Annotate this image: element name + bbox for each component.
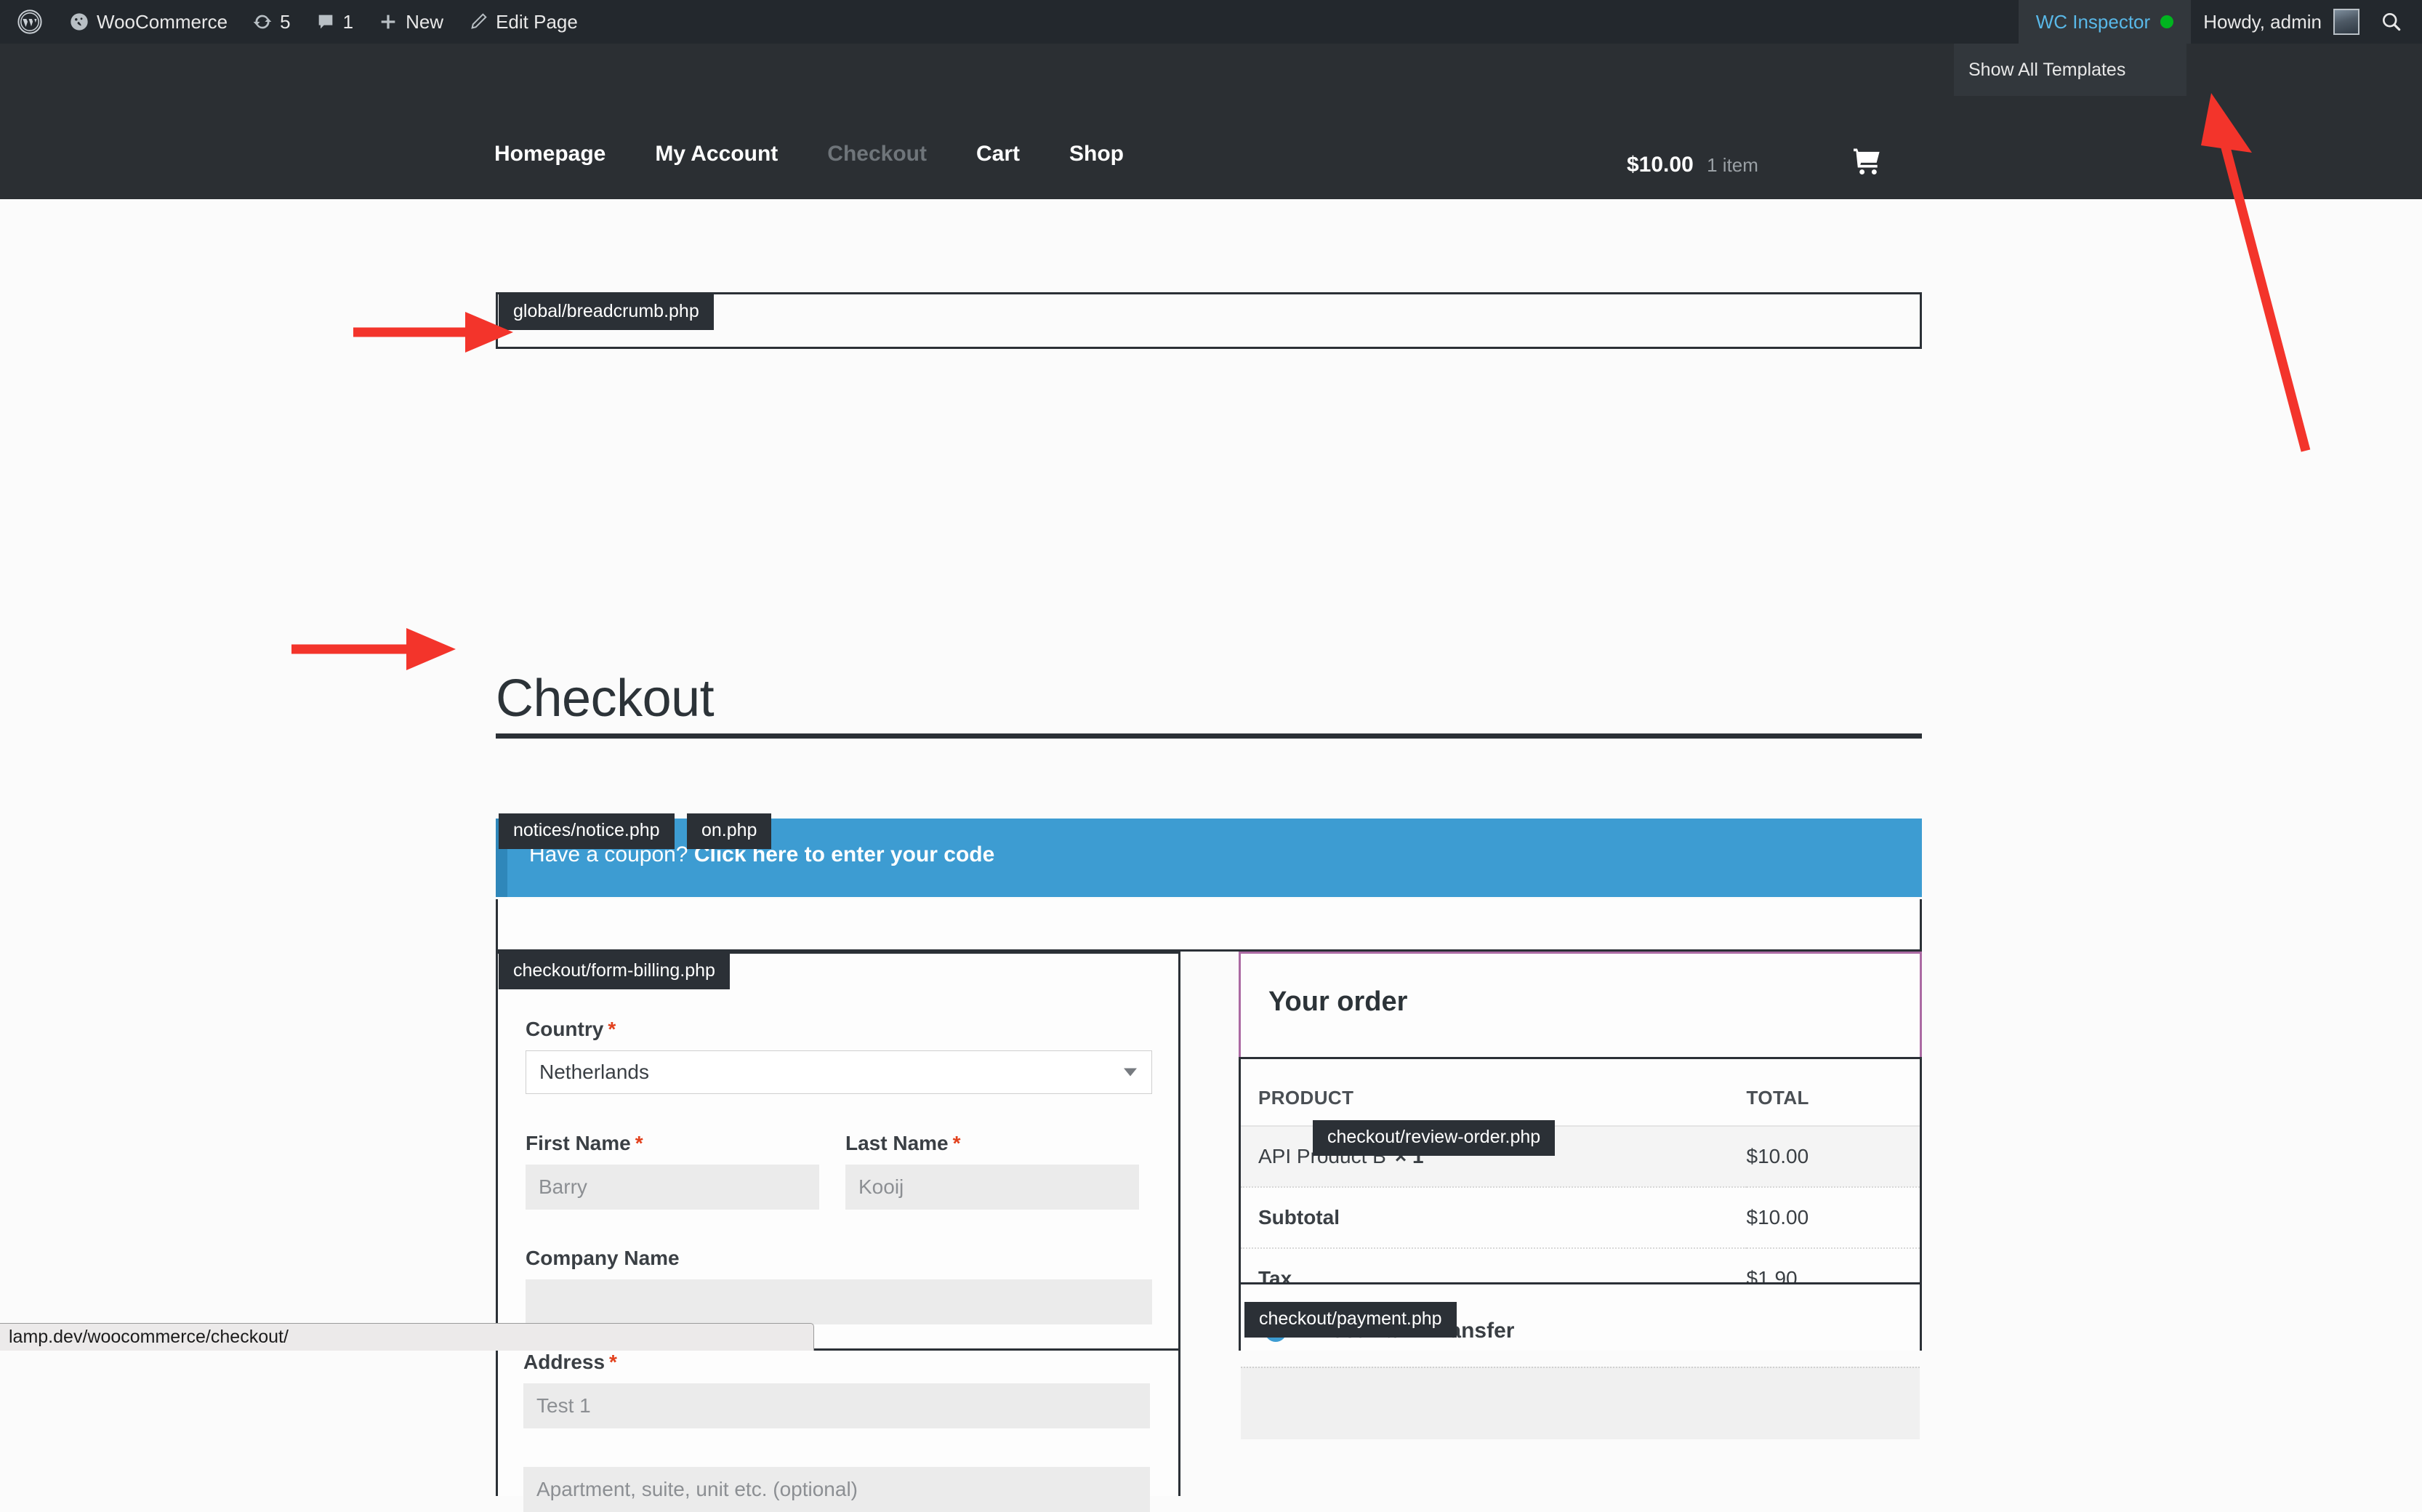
cell-subtotal-value: $10.00 xyxy=(1746,1187,1920,1249)
wp-admin-bar: WooCommerce 5 1 New Edit Page WC Inspect… xyxy=(0,0,2422,44)
admin-bar-item-new[interactable]: New xyxy=(366,0,456,44)
first-name-input[interactable]: Barry xyxy=(526,1165,819,1210)
admin-bar-item-wc-inspector[interactable]: WC Inspector xyxy=(2018,0,2192,44)
plus-icon xyxy=(378,12,398,32)
admin-bar-item-edit-page[interactable]: Edit Page xyxy=(456,0,590,44)
avatar xyxy=(2333,9,2359,35)
table-row: Subtotal $10.00 xyxy=(1241,1187,1920,1249)
admin-bar-label-comments-count: 1 xyxy=(342,11,354,33)
company-name-input[interactable] xyxy=(526,1279,1152,1324)
admin-bar-item-updates[interactable]: 5 xyxy=(240,0,302,44)
wordpress-logo-icon xyxy=(17,9,42,34)
field-label-first-name: First Name * xyxy=(526,1132,819,1155)
browser-status-bar: lamp.dev/woocommerce/checkout/ xyxy=(0,1323,814,1351)
field-label-first-name-text: First Name xyxy=(526,1132,631,1154)
template-label-notice-overlapped[interactable]: on.php xyxy=(687,813,772,849)
admin-bar-item-search[interactable] xyxy=(2370,0,2422,44)
site-navigation: Homepage My Account Checkout Cart Shop xyxy=(494,142,1148,166)
admin-bar-label-new: New xyxy=(406,11,444,33)
template-label-form-billing[interactable]: checkout/form-billing.php xyxy=(499,954,730,989)
required-marker: * xyxy=(952,1132,961,1154)
cart-total-amount: $10.00 xyxy=(1627,153,1694,177)
chevron-down-icon xyxy=(1124,1068,1137,1077)
nav-item-cart[interactable]: Cart xyxy=(952,142,1045,166)
template-label-review-order[interactable]: checkout/review-order.php xyxy=(1313,1120,1556,1156)
admin-bar-item-howdy[interactable]: Howdy, admin xyxy=(2191,0,2370,44)
wc-inspector-dropdown-menu[interactable]: Show All Templates xyxy=(1954,44,2186,96)
address-line1-input[interactable]: Test 1 xyxy=(523,1383,1150,1428)
field-last-name: Last Name * Kooij xyxy=(845,1132,1139,1210)
search-icon xyxy=(2380,10,2403,33)
page-title: Checkout xyxy=(496,669,715,728)
country-select-value: Netherlands xyxy=(539,1061,649,1083)
admin-bar-label-edit-page: Edit Page xyxy=(496,11,578,33)
field-company-name: Company Name xyxy=(526,1247,1152,1324)
field-label-last-name: Last Name * xyxy=(845,1132,1139,1155)
admin-bar-label-woocommerce: WooCommerce xyxy=(97,11,228,33)
required-marker: * xyxy=(609,1351,617,1373)
field-country: Country * Netherlands xyxy=(526,1018,1152,1094)
title-divider xyxy=(496,733,1922,739)
admin-bar-right-group: WC Inspector Howdy, admin xyxy=(2018,0,2422,44)
status-bar-url: lamp.dev/woocommerce/checkout/ xyxy=(9,1327,289,1347)
field-label-address: Address * xyxy=(523,1351,1150,1374)
admin-bar-item-comments[interactable]: 1 xyxy=(303,0,366,44)
admin-bar-label-updates-count: 5 xyxy=(280,11,291,33)
pencil-icon xyxy=(468,12,488,32)
nav-item-homepage[interactable]: Homepage xyxy=(494,142,630,166)
page-content: global/breadcrumb.php Checkout Have a co… xyxy=(0,199,2422,1512)
nav-item-shop[interactable]: Shop xyxy=(1045,142,1148,166)
nav-item-my-account[interactable]: My Account xyxy=(630,142,802,166)
field-label-company-name: Company Name xyxy=(526,1247,680,1269)
admin-bar-item-woocommerce[interactable]: WooCommerce xyxy=(57,0,240,44)
menu-item-show-all-templates[interactable]: Show All Templates xyxy=(1954,60,2125,81)
your-order-title: Your order xyxy=(1268,986,1408,1017)
last-name-input[interactable]: Kooij xyxy=(845,1165,1139,1210)
cell-subtotal-label: Subtotal xyxy=(1241,1187,1747,1249)
wordpress-logo-button[interactable] xyxy=(0,0,57,44)
cart-summary[interactable]: $10.00 1 item xyxy=(1627,153,1758,177)
required-marker: * xyxy=(608,1018,616,1040)
country-select[interactable]: Netherlands xyxy=(526,1050,1152,1094)
status-dot-icon xyxy=(2160,15,2174,28)
column-header-total: TOTAL xyxy=(1746,1059,1920,1127)
field-address: Address * Test 1 xyxy=(523,1351,1150,1428)
updates-icon xyxy=(252,12,273,32)
field-first-name: First Name * Barry xyxy=(526,1132,819,1210)
cell-product-total: $10.00 xyxy=(1746,1126,1920,1188)
howdy-label: Howdy, admin xyxy=(2203,11,2322,33)
field-label-country: Country * xyxy=(526,1018,1152,1041)
billing-form: Country * Netherlands First Name * Barry L… xyxy=(496,952,1180,1351)
required-marker: * xyxy=(635,1132,643,1154)
table-header-row: PRODUCT TOTAL xyxy=(1241,1059,1920,1127)
field-label-last-name-text: Last Name xyxy=(845,1132,949,1154)
template-label-payment[interactable]: checkout/payment.php xyxy=(1244,1302,1457,1338)
comment-bubble-icon xyxy=(315,12,336,32)
field-address-line2: Apartment, suite, unit etc. (optional) xyxy=(523,1467,1150,1512)
address-line2-input[interactable]: Apartment, suite, unit etc. (optional) xyxy=(523,1467,1150,1512)
cart-item-count: 1 item xyxy=(1707,154,1758,176)
template-label-notice[interactable]: notices/notice.php xyxy=(499,813,675,849)
payment-method-description-strip xyxy=(1241,1367,1920,1439)
notice-wrapper-box xyxy=(496,899,1922,952)
template-label-breadcrumb[interactable]: global/breadcrumb.php xyxy=(499,294,714,330)
field-label-address-text: Address xyxy=(523,1351,606,1373)
nav-item-checkout[interactable]: Checkout xyxy=(802,142,952,166)
field-label-country-text: Country xyxy=(526,1018,604,1040)
wc-inspector-label: WC Inspector xyxy=(2035,11,2151,33)
column-header-product: PRODUCT xyxy=(1241,1059,1747,1127)
dashboard-icon xyxy=(69,12,89,32)
shopping-cart-icon[interactable] xyxy=(1852,147,1884,180)
billing-form-continued: Address * Test 1 Apartment, suite, unit e… xyxy=(496,1351,1180,1512)
admin-bar-left-group: WooCommerce 5 1 New Edit Page xyxy=(0,0,590,44)
